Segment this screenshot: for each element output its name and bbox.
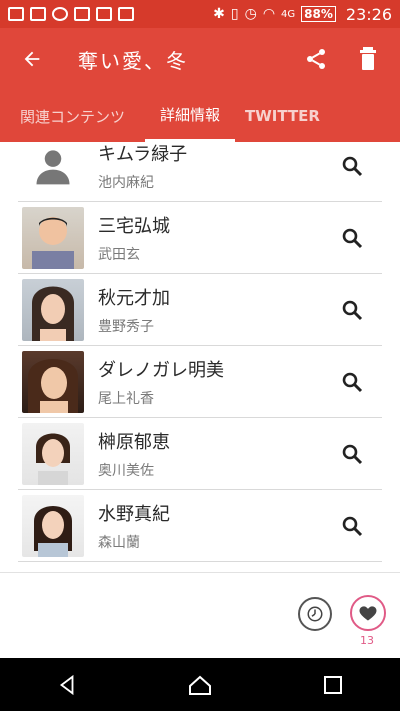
search-icon [342, 300, 363, 320]
tab-bar: 関連コンテンツ 詳細情報 TWITTER [0, 90, 400, 142]
navigation-bar [0, 658, 400, 711]
trash-icon [360, 47, 376, 70]
vibrate-icon [118, 7, 134, 21]
tab-related-content[interactable]: 関連コンテンツ [0, 90, 145, 142]
nav-recents-button[interactable] [309, 665, 357, 705]
role-name: 尾上礼香 [98, 390, 154, 407]
cast-list: キムラ緑子 池内麻紀 三宅弘城 武田玄 秋元才加 豊野秀子 ダレノガレ明美 尾上… [0, 142, 400, 572]
search-icon [342, 444, 363, 464]
trash-button[interactable] [352, 43, 384, 75]
square-recents-icon [324, 675, 343, 694]
clock-icon [307, 606, 323, 622]
back-button[interactable] [0, 28, 64, 90]
list-item[interactable]: 三宅弘城 武田玄 [18, 202, 382, 274]
person-photo-icon [34, 505, 72, 557]
avatar-photo [22, 422, 84, 485]
role-name: 武田玄 [98, 246, 140, 263]
search-icon [342, 228, 363, 248]
heart-icon [359, 606, 377, 621]
battery-indicator: 88% [301, 6, 336, 22]
list-item[interactable]: 榊原郁恵 奥川美佐 [18, 418, 382, 490]
search-button[interactable] [334, 508, 370, 544]
avatar-photo [22, 206, 84, 269]
search-icon [342, 516, 363, 536]
nav-back-button[interactable] [43, 665, 91, 705]
weather-icon [52, 7, 68, 21]
actor-name: ダレノガレ明美 [98, 359, 224, 381]
status-bar: ✱ ▯ ◷ ◠ 4G 88% 23:26 [0, 0, 400, 28]
list-item[interactable]: ダレノガレ明美 尾上礼香 [18, 346, 382, 418]
calendar-icon [96, 7, 112, 21]
triangle-back-icon [59, 674, 74, 695]
search-icon [342, 372, 363, 392]
bluetooth-icon: ✱ [213, 6, 225, 22]
person-photo-icon [36, 433, 70, 485]
like-button[interactable] [350, 595, 386, 631]
share-button[interactable] [300, 43, 332, 75]
arrow-left-icon [24, 51, 40, 67]
tab-details[interactable]: 詳細情報 [145, 90, 235, 142]
avatar-photo [22, 350, 84, 413]
home-icon [188, 675, 211, 695]
role-name: 豊野秀子 [98, 318, 154, 335]
search-button[interactable] [334, 148, 370, 184]
search-button[interactable] [334, 292, 370, 328]
search-button[interactable] [334, 436, 370, 472]
actor-name: 三宅弘城 [98, 215, 170, 237]
person-icon [36, 149, 70, 184]
actor-name: 榊原郁恵 [98, 431, 170, 453]
search-button[interactable] [334, 364, 370, 400]
signal-label: 4G [281, 8, 296, 20]
list-item[interactable]: キムラ緑子 池内麻紀 [18, 142, 382, 202]
notification-icons [8, 7, 134, 21]
history-button[interactable] [298, 597, 332, 631]
avatar-placeholder [22, 142, 84, 197]
actor-name: キムラ緑子 [98, 143, 188, 165]
role-name: 池内麻紀 [98, 174, 154, 191]
actor-name: 秋元才加 [98, 287, 170, 309]
like-count: 13 [360, 634, 374, 647]
list-item[interactable]: 秋元才加 豊野秀子 [18, 274, 382, 346]
bottom-bar: 13 [0, 572, 400, 658]
facebook-icon [30, 7, 46, 21]
clock: 23:26 [345, 4, 392, 24]
search-button[interactable] [334, 220, 370, 256]
line-icon [74, 7, 90, 21]
wifi-icon: ◠ [262, 6, 276, 22]
share-icon [307, 49, 325, 69]
role-name: 森山蘭 [98, 534, 140, 551]
role-name: 奥川美佐 [98, 462, 154, 479]
tab-twitter[interactable]: TWITTER [235, 90, 330, 142]
search-icon [342, 156, 363, 176]
person-photo-icon [32, 286, 74, 341]
message-icon [8, 7, 24, 21]
avatar-photo [22, 278, 84, 341]
list-item[interactable]: 水野真紀 森山蘭 [18, 490, 382, 562]
page-title: 奪い愛、冬 [78, 48, 188, 73]
nav-home-button[interactable] [176, 665, 224, 705]
alarm-icon: ◷ [244, 6, 257, 22]
vibrate-mode-icon: ▯ [230, 6, 239, 22]
person-photo-icon [28, 358, 78, 413]
actor-name: 水野真紀 [98, 503, 170, 525]
avatar-photo [22, 494, 84, 557]
person-photo-icon [32, 216, 74, 269]
app-bar: 奪い愛、冬 [0, 28, 400, 90]
